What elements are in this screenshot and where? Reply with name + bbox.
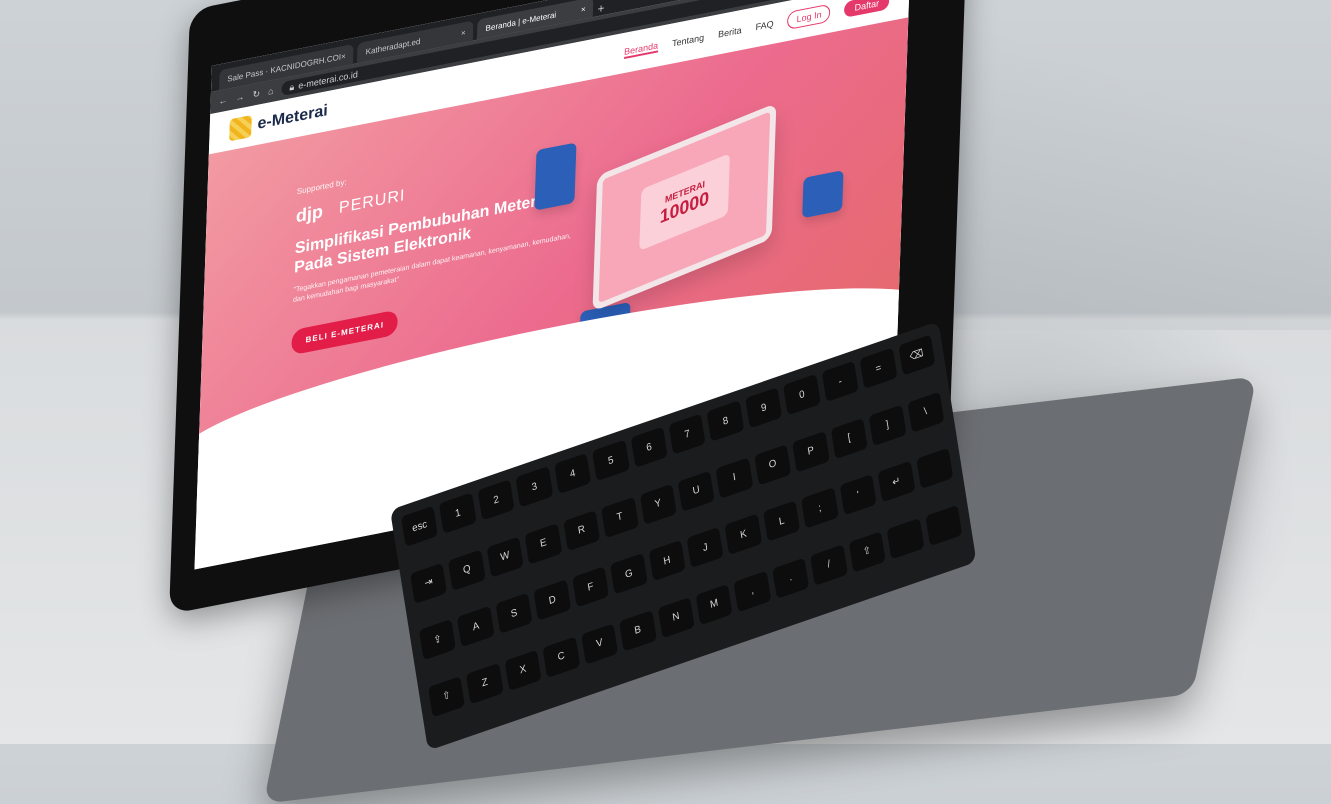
keyboard-key[interactable]: S: [495, 592, 533, 634]
nav-item-berita[interactable]: Berita: [718, 25, 742, 40]
keyboard-key[interactable]: 9: [745, 387, 783, 429]
keyboard-key[interactable]: G: [610, 553, 648, 595]
keyboard-key[interactable]: ;: [801, 487, 839, 529]
keyboard-key[interactable]: [: [830, 417, 868, 459]
keyboard-key[interactable]: 4: [553, 452, 592, 495]
keyboard-key[interactable]: M: [695, 583, 733, 625]
nav-item-faq[interactable]: FAQ: [755, 19, 773, 33]
keyboard-key[interactable]: H: [648, 539, 686, 582]
keyboard-key[interactable]: V: [580, 622, 619, 665]
keyboard-key[interactable]: 2: [477, 479, 515, 521]
keyboard-key[interactable]: K: [724, 513, 763, 555]
keyboard-key[interactable]: .: [771, 557, 810, 599]
keyboard-key[interactable]: P: [792, 430, 830, 472]
djp-logo: djp: [295, 201, 324, 227]
keyboard-key[interactable]: J: [686, 526, 724, 569]
keyboard-key[interactable]: Y: [639, 483, 677, 525]
keyboard-key[interactable]: ,: [733, 570, 772, 612]
keyboard-key[interactable]: A: [457, 605, 495, 648]
keyboard-key[interactable]: W: [486, 535, 524, 578]
keyboard-key[interactable]: ]: [868, 404, 907, 446]
keyboard-key[interactable]: L: [763, 500, 801, 542]
keyboard-key[interactable]: ⇧: [427, 675, 466, 717]
keyboard-key[interactable]: [915, 447, 954, 490]
keyboard-key[interactable]: \: [906, 391, 945, 433]
close-icon[interactable]: ×: [341, 51, 346, 61]
home-icon[interactable]: ⌂: [268, 86, 274, 97]
close-icon[interactable]: ×: [461, 27, 466, 37]
keyboard-key[interactable]: 8: [706, 400, 745, 442]
reload-icon[interactable]: ↻: [252, 88, 260, 101]
nav-item-beranda[interactable]: Beranda: [623, 40, 659, 60]
keyboard-key[interactable]: N: [657, 596, 695, 638]
keyboard-key[interactable]: I: [715, 456, 754, 499]
login-button[interactable]: Log In: [787, 3, 831, 31]
meterai-logo-icon: [229, 114, 252, 142]
back-icon[interactable]: ←: [218, 95, 227, 107]
keyboard-key[interactable]: ⇧: [848, 530, 886, 573]
keyboard-key[interactable]: T: [601, 496, 639, 538]
keyboard-key[interactable]: -: [821, 360, 859, 403]
illustration-block: [802, 170, 844, 219]
keyboard-key[interactable]: D: [533, 579, 571, 621]
register-button[interactable]: Daftar: [844, 0, 890, 18]
keyboard-key[interactable]: ⇥: [410, 562, 448, 604]
keyboard-key[interactable]: /: [810, 543, 848, 586]
peruri-logo: PERURI: [338, 186, 406, 217]
lock-icon: 🔒︎: [289, 81, 295, 93]
keyboard-key[interactable]: X: [504, 649, 542, 691]
keyboard-key[interactable]: =: [859, 347, 898, 389]
keyboard-key[interactable]: ': [839, 474, 877, 516]
keyboard-key[interactable]: 1: [439, 492, 477, 534]
keyboard-key[interactable]: ↵: [877, 460, 916, 503]
keyboard-key[interactable]: F: [571, 566, 610, 608]
keyboard-key[interactable]: [924, 504, 963, 546]
keyboard-key[interactable]: Z: [466, 662, 504, 704]
keyboard-key[interactable]: E: [524, 522, 563, 565]
buy-emeterai-button[interactable]: BELI E-METERAI: [291, 309, 399, 356]
keyboard-key[interactable]: ⌫: [897, 334, 936, 376]
forward-icon[interactable]: →: [235, 91, 244, 103]
keyboard-key[interactable]: C: [542, 636, 580, 678]
close-icon[interactable]: ×: [581, 4, 586, 14]
keyboard-key[interactable]: esc: [401, 505, 439, 547]
keyboard-key[interactable]: 3: [515, 466, 554, 508]
keyboard-key[interactable]: 5: [592, 439, 630, 482]
keyboard-key[interactable]: B: [619, 609, 657, 652]
new-tab-icon[interactable]: +: [597, 1, 604, 16]
keyboard-key[interactable]: U: [677, 470, 715, 512]
keyboard-key[interactable]: O: [754, 443, 792, 486]
keyboard-key[interactable]: 0: [783, 373, 821, 416]
nav-item-tentang[interactable]: Tentang: [672, 32, 704, 48]
hero-content: Supported by: djp PERURI Simplifikasi Pe…: [291, 132, 577, 356]
keyboard-key[interactable]: R: [562, 509, 601, 551]
keyboard-key[interactable]: 7: [668, 413, 706, 455]
logo-text: e-Meterai: [257, 102, 329, 133]
keyboard-key[interactable]: [886, 517, 924, 559]
keyboard-key[interactable]: 6: [630, 426, 668, 468]
keyboard-key[interactable]: Q: [448, 549, 486, 591]
keyboard-key[interactable]: ⇪: [418, 618, 457, 661]
stamp-face: METERAI 10000: [639, 153, 730, 252]
meterai-stamp-illustration: METERAI 10000: [592, 102, 777, 312]
illustration-block: [534, 142, 577, 211]
